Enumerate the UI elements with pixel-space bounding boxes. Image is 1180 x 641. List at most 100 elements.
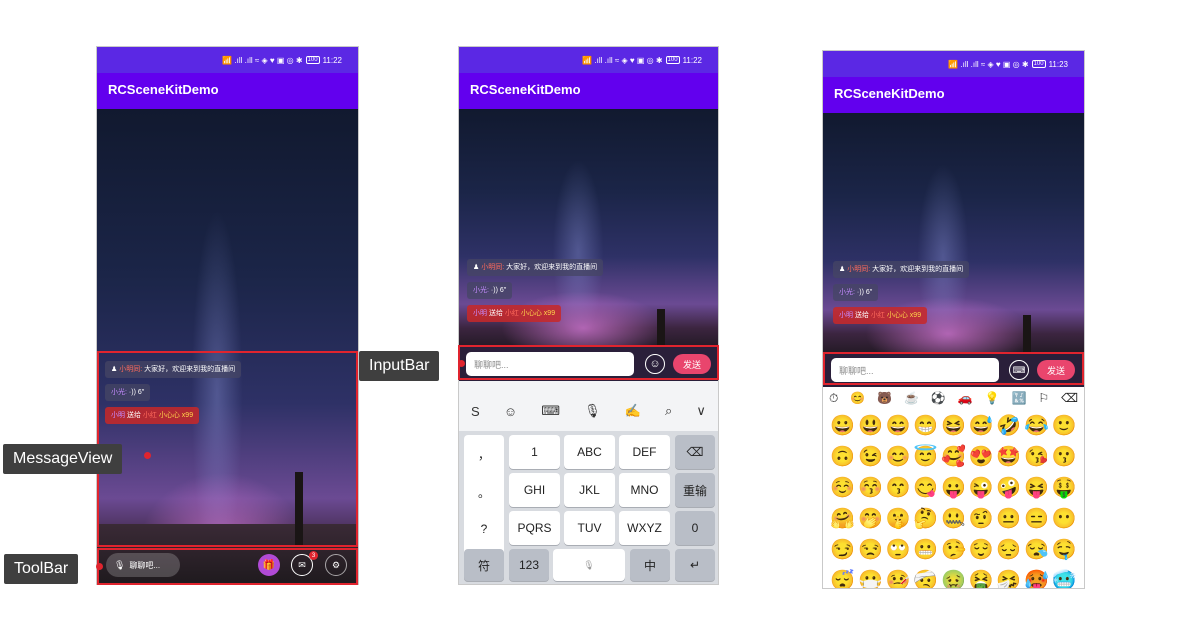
emoji-item[interactable]: 😒 bbox=[857, 537, 885, 562]
keyboard-icon[interactable]: ⌨ bbox=[541, 403, 560, 419]
voice-icon[interactable]: 🎙 bbox=[584, 403, 601, 419]
travel-icon[interactable]: 🚗 bbox=[958, 391, 973, 405]
key-ghi[interactable]: GHI bbox=[509, 473, 560, 507]
key-comma[interactable]: ， bbox=[478, 446, 490, 463]
emoji-item[interactable]: 😂 bbox=[1023, 413, 1051, 438]
emoji-item[interactable]: 🤪 bbox=[995, 475, 1023, 500]
emoji-item[interactable]: 😀 bbox=[829, 413, 857, 438]
emoji-item[interactable]: 🥵 bbox=[1023, 568, 1051, 588]
key-jkl[interactable]: JKL bbox=[564, 473, 615, 507]
emoji-item[interactable]: 😔 bbox=[995, 537, 1023, 562]
sports-icon[interactable]: ⚽ bbox=[931, 391, 946, 405]
enter-icon: ↵ bbox=[689, 558, 701, 572]
key-tuv[interactable]: TUV bbox=[564, 511, 615, 545]
emoji-item[interactable]: 🥶 bbox=[1050, 568, 1078, 588]
emoji-item[interactable]: 🤧 bbox=[995, 568, 1023, 588]
smileys-icon[interactable]: 😊 bbox=[850, 391, 865, 405]
reinput-key[interactable]: 重输 bbox=[675, 473, 715, 507]
emoji-item[interactable]: 😜 bbox=[967, 475, 995, 500]
emoji-item[interactable]: 😘 bbox=[1023, 444, 1051, 469]
enter-key[interactable]: ↵ bbox=[675, 549, 715, 581]
emoji-item[interactable]: 😪 bbox=[1023, 537, 1051, 562]
symbols-icon[interactable]: 🔣 bbox=[1012, 391, 1027, 405]
emoji-item[interactable]: 🤭 bbox=[857, 506, 885, 531]
emoji-item[interactable]: 😆 bbox=[940, 413, 968, 438]
symbols-key[interactable]: 符 bbox=[464, 549, 504, 581]
key-period[interactable]: 。 bbox=[478, 484, 490, 501]
key-abc[interactable]: ABC bbox=[564, 435, 615, 469]
emoji-item[interactable]: 😌 bbox=[967, 537, 995, 562]
collapse-keyboard-icon[interactable]: ∨ bbox=[696, 403, 706, 419]
emoji-item[interactable]: 🤩 bbox=[995, 444, 1023, 469]
emoji-item[interactable]: ☺️ bbox=[829, 475, 857, 500]
language-key[interactable]: 中 bbox=[630, 549, 670, 581]
emoji-item[interactable]: 🙃 bbox=[829, 444, 857, 469]
recent-icon[interactable]: ⏱ bbox=[829, 391, 838, 406]
emoji-item[interactable]: 😑 bbox=[1023, 506, 1051, 531]
emoji-item[interactable]: 🤣 bbox=[995, 413, 1023, 438]
flags-icon[interactable]: ⚐ bbox=[1038, 391, 1049, 405]
emoji-item[interactable]: 🥰 bbox=[940, 444, 968, 469]
emoji-item[interactable]: 😝 bbox=[1023, 475, 1051, 500]
emoji-item[interactable]: 🤤 bbox=[1050, 537, 1078, 562]
emoji-item[interactable]: 🤨 bbox=[967, 506, 995, 531]
emoji-item[interactable]: 😉 bbox=[857, 444, 885, 469]
emoji-item[interactable]: 😙 bbox=[884, 475, 912, 500]
toolbar-highlight bbox=[97, 548, 358, 585]
app-bar: RCSceneKitDemo bbox=[97, 73, 358, 109]
search-icon[interactable]: ⌕ bbox=[665, 403, 672, 419]
key-def[interactable]: DEF bbox=[619, 435, 670, 469]
key-wxyz[interactable]: WXYZ bbox=[619, 511, 670, 545]
emoji-item[interactable]: 😐 bbox=[995, 506, 1023, 531]
emoji-item[interactable]: 😗 bbox=[1050, 444, 1078, 469]
emoji-item[interactable]: 😇 bbox=[912, 444, 940, 469]
emoji-item[interactable]: 😄 bbox=[884, 413, 912, 438]
key-1[interactable]: 1 bbox=[509, 435, 560, 469]
emoji-item[interactable]: 🤒 bbox=[884, 568, 912, 588]
emoji-item[interactable]: 😬 bbox=[912, 537, 940, 562]
emoji-item[interactable]: 🤢 bbox=[940, 568, 968, 588]
key-pqrs[interactable]: PQRS bbox=[509, 511, 560, 545]
numbers-key[interactable]: 123 bbox=[509, 549, 549, 581]
emoji-item[interactable]: 😚 bbox=[857, 475, 885, 500]
emoji-icon[interactable]: ☺ bbox=[504, 404, 517, 419]
user-icon: ♟ bbox=[473, 264, 480, 271]
key-0[interactable]: 0 bbox=[675, 511, 715, 545]
emoji-item[interactable]: 🙄 bbox=[884, 537, 912, 562]
status-bar: 📶 .ıll .ıll ≈ ◈ ♥ ▣ ◎ ✱ 100 11:22 bbox=[97, 47, 358, 73]
emoji-item[interactable]: 🤗 bbox=[829, 506, 857, 531]
emoji-item[interactable]: 😁 bbox=[912, 413, 940, 438]
callout-pointer-dot bbox=[144, 452, 151, 459]
emoji-item[interactable]: 🤔 bbox=[912, 506, 940, 531]
objects-icon[interactable]: 💡 bbox=[985, 391, 1000, 405]
user-icon: ♟ bbox=[839, 266, 846, 273]
emoji-item[interactable]: 🤐 bbox=[940, 506, 968, 531]
background-post bbox=[1023, 315, 1031, 353]
emoji-item[interactable]: 😷 bbox=[857, 568, 885, 588]
delete-icon[interactable]: ⌫ bbox=[1061, 391, 1078, 405]
emoji-item[interactable]: 🤥 bbox=[940, 537, 968, 562]
food-icon[interactable]: ☕ bbox=[904, 391, 919, 405]
space-key[interactable]: 🎙 bbox=[553, 549, 625, 581]
animals-icon[interactable]: 🐻 bbox=[877, 391, 892, 405]
emoji-item[interactable]: 🤫 bbox=[884, 506, 912, 531]
emoji-item[interactable]: 😃 bbox=[857, 413, 885, 438]
emoji-item[interactable]: 😏 bbox=[829, 537, 857, 562]
emoji-item[interactable]: 😴 bbox=[829, 568, 857, 588]
emoji-item[interactable]: 😛 bbox=[940, 475, 968, 500]
emoji-item[interactable]: 😋 bbox=[912, 475, 940, 500]
emoji-item[interactable]: 😍 bbox=[967, 444, 995, 469]
emoji-item[interactable]: 🤑 bbox=[1050, 475, 1078, 500]
backspace-key[interactable]: ⌫ bbox=[675, 435, 715, 469]
emoji-item[interactable]: 😊 bbox=[884, 444, 912, 469]
emoji-item[interactable]: 🙂 bbox=[1050, 413, 1078, 438]
gift-message-item: 小明 送给 小红 小心心 x99 bbox=[467, 305, 562, 322]
key-mno[interactable]: MNO bbox=[619, 473, 670, 507]
key-question[interactable]: ? bbox=[481, 522, 488, 536]
emoji-item[interactable]: 😶 bbox=[1050, 506, 1078, 531]
emoji-item[interactable]: 😅 bbox=[967, 413, 995, 438]
sogou-icon[interactable]: S bbox=[471, 404, 480, 419]
emoji-item[interactable]: 🤮 bbox=[967, 568, 995, 588]
emoji-item[interactable]: 🤕 bbox=[912, 568, 940, 588]
handwriting-icon[interactable]: ✍ bbox=[625, 403, 641, 419]
